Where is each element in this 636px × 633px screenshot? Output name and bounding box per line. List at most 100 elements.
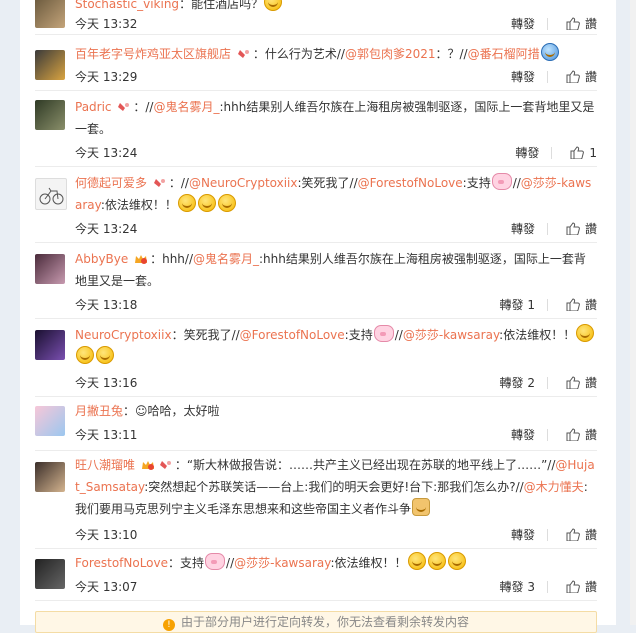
muscle-emoji-icon — [412, 498, 431, 516]
user-name[interactable]: Stochastic_viking — [75, 0, 179, 11]
user-name[interactable]: 月撇丑兔 — [75, 404, 123, 418]
repost-button[interactable]: 轉發 — [511, 426, 535, 443]
avatar[interactable] — [35, 50, 65, 80]
crown-badge-icon — [135, 255, 148, 264]
thumbs-up-icon — [566, 17, 580, 30]
timestamp: 今天 13:24 — [75, 222, 138, 236]
grin-emoji-icon — [264, 0, 283, 11]
timestamp: 今天 13:18 — [75, 298, 138, 312]
like-button[interactable]: 1 — [570, 146, 597, 160]
mention-link[interactable]: @郭包肉爹2021 — [345, 47, 436, 61]
thumbs-up-icon — [566, 70, 580, 83]
pig-emoji-icon — [373, 325, 394, 342]
grin-emoji-icon — [407, 552, 426, 570]
avatar[interactable] — [35, 330, 65, 360]
thumbs-up-icon — [570, 146, 585, 159]
list-item: 何德起可爱多 ：//@NeuroCryptoxiix:笑死我了//@Forest… — [35, 166, 597, 243]
list-item: 旺八潮瑠唯 ：“斯大林做报告说：……共产主义已经出现在苏联的地平线上了……”//… — [35, 450, 597, 549]
user-name[interactable]: Padric — [75, 100, 112, 114]
mention-link[interactable]: @莎莎-kawsaray — [403, 328, 499, 342]
grin-emoji-icon — [217, 194, 236, 212]
list-item: Stochastic_viking：能住酒店吗？ 今天 13:32 轉發 讚 — [35, 0, 597, 35]
timestamp: 今天 13:29 — [75, 70, 138, 84]
pig-emoji-icon — [491, 173, 512, 190]
repost-button[interactable]: 轉發 — [511, 15, 535, 32]
like-button[interactable]: 讚 — [566, 15, 597, 32]
grin-emoji-icon — [576, 324, 595, 342]
list-item: 百年老字号炸鸡亚太区旗舰店 ：什么行为艺术//@郭包肉爹2021：？//@番石榴… — [35, 38, 597, 91]
avatar[interactable] — [35, 100, 65, 130]
grin-emoji-icon — [177, 194, 196, 212]
list-item: AbbyBye ：hhh//@鬼名雾月_:hhh结果别人维吾尔族在上海租房被强制… — [35, 242, 597, 319]
red-packet-badge-icon — [237, 50, 249, 58]
repost-button[interactable]: 轉發 1 — [500, 296, 535, 313]
thumbs-up-icon — [566, 376, 580, 389]
like-button[interactable]: 讚 — [566, 374, 597, 391]
grin-emoji-icon — [96, 346, 114, 364]
timestamp: 今天 13:16 — [75, 376, 138, 390]
pig-emoji-icon — [205, 553, 226, 570]
grin-emoji-icon — [76, 346, 94, 364]
restricted-notice: ! 由于部分用户进行定向转发，你无法查看剩余转发内容 — [35, 611, 597, 633]
repost-button[interactable]: 轉發 — [511, 220, 535, 237]
mention-link[interactable]: @鬼名雾月_ — [153, 100, 219, 114]
thumbs-up-icon — [566, 580, 580, 593]
list-item: NeuroCryptoxiix：笑死我了//@ForestofNoLove:支持… — [35, 318, 597, 397]
avatar[interactable] — [35, 559, 65, 589]
timestamp: 今天 13:32 — [75, 17, 138, 31]
mention-link[interactable]: @ForestofNoLove — [240, 328, 345, 342]
avatar[interactable] — [35, 178, 67, 210]
info-icon: ! — [162, 619, 175, 631]
red-packet-badge-icon — [159, 461, 171, 469]
mention-link[interactable]: @番石榴阿措 — [468, 47, 540, 61]
user-name[interactable]: 旺八潮瑠唯 — [75, 458, 135, 472]
avatar[interactable] — [35, 462, 65, 492]
user-name[interactable]: ForestofNoLove — [75, 556, 168, 570]
like-count: 1 — [589, 145, 597, 160]
bicycle-icon — [39, 187, 64, 205]
thumbs-up-icon — [566, 528, 580, 541]
like-button[interactable]: 讚 — [566, 578, 597, 595]
crown-badge-icon — [141, 461, 154, 470]
repost-button[interactable]: 轉發 2 — [500, 374, 535, 391]
avatar[interactable] — [35, 254, 65, 284]
like-button[interactable]: 讚 — [566, 526, 597, 543]
list-item: Padric ：//@鬼名雾月_:hhh结果别人维吾尔族在上海租房被强制驱逐，国… — [35, 90, 597, 167]
repost-button[interactable]: 轉發 3 — [500, 578, 535, 595]
list-item: 月撇丑兔：☺哈哈，太好啦 今天 13:11 轉發 讚 — [35, 396, 597, 451]
list-item: ForestofNoLove：支持//@莎莎-kawsaray:依法维权！！ 今… — [35, 548, 597, 601]
red-packet-badge-icon — [153, 179, 165, 187]
thumbs-up-icon — [566, 428, 580, 441]
grin-emoji-icon — [427, 552, 446, 570]
repost-button[interactable]: 轉發 — [511, 68, 535, 85]
grin-emoji-icon — [197, 194, 216, 212]
like-button[interactable]: 讚 — [566, 220, 597, 237]
like-button[interactable]: 讚 — [566, 68, 597, 85]
comment-panel: Stochastic_viking：能住酒店吗？ 今天 13:32 轉發 讚 百… — [20, 0, 616, 633]
avatar[interactable] — [35, 406, 65, 436]
avatar[interactable] — [35, 0, 65, 28]
user-name[interactable]: 何德起可爱多 — [75, 176, 147, 190]
timestamp: 今天 13:24 — [75, 146, 138, 160]
mention-link[interactable]: @鬼名雾月_ — [193, 252, 259, 266]
timestamp: 今天 13:11 — [75, 428, 138, 442]
user-name[interactable]: AbbyBye — [75, 252, 128, 266]
user-name[interactable]: NeuroCryptoxiix — [75, 328, 172, 342]
grin-emoji-icon — [447, 552, 466, 570]
mention-link[interactable]: @ForestofNoLove — [358, 176, 463, 190]
doraemon-emoji-icon — [540, 43, 559, 61]
mention-link[interactable]: @莎莎-kawsaray — [234, 556, 330, 570]
like-button[interactable]: 讚 — [566, 296, 597, 313]
thumbs-up-icon — [566, 298, 580, 311]
mention-link[interactable]: @木力懂夫 — [524, 480, 584, 494]
like-button[interactable]: 讚 — [566, 426, 597, 443]
scrollbar[interactable] — [630, 0, 636, 625]
timestamp: 今天 13:10 — [75, 528, 138, 542]
repost-button[interactable]: 轉發 — [515, 144, 539, 161]
timestamp: 今天 13:07 — [75, 580, 138, 594]
red-packet-badge-icon — [118, 103, 130, 111]
thumbs-up-icon — [566, 222, 580, 235]
user-name[interactable]: 百年老字号炸鸡亚太区旗舰店 — [75, 47, 231, 61]
mention-link[interactable]: @NeuroCryptoxiix — [189, 176, 298, 190]
repost-button[interactable]: 轉發 — [511, 526, 535, 543]
